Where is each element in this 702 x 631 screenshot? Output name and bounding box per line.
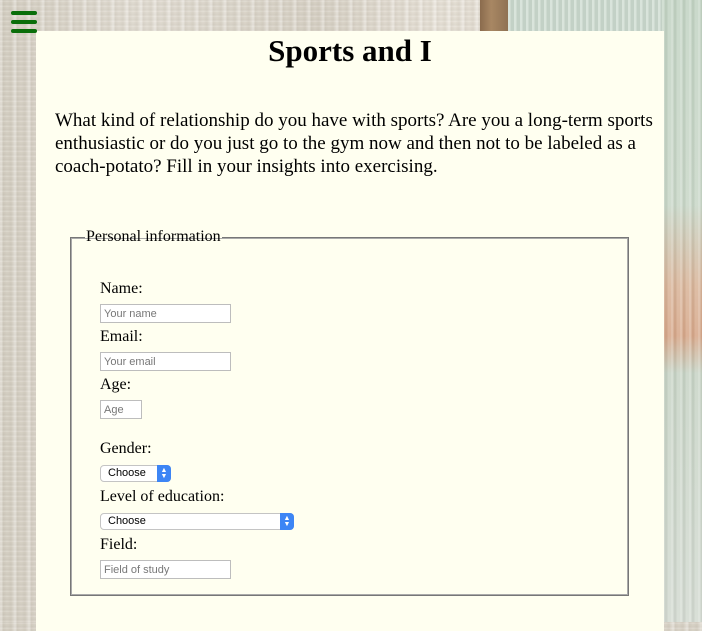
menu-bar-bottom: [11, 29, 37, 33]
menu-bar-top: [11, 11, 37, 15]
field-label: Field:: [100, 536, 138, 553]
menu-bar-middle: [11, 20, 37, 24]
background-wood-green: [508, 0, 668, 32]
personal-information-fieldset: Personal information Name: Email: Age: G…: [70, 228, 629, 596]
email-label: Email:: [100, 328, 143, 345]
hamburger-menu-icon[interactable]: [11, 11, 37, 33]
chevron-updown-icon: ▲ ▼: [280, 513, 294, 530]
fieldset-legend: Personal information: [86, 228, 221, 245]
field-of-study-input[interactable]: [100, 560, 231, 579]
name-input[interactable]: [100, 304, 231, 323]
age-label: Age:: [100, 376, 132, 393]
background-wood-right: [662, 0, 702, 622]
education-select-value: Choose: [108, 515, 146, 527]
email-input[interactable]: [100, 352, 231, 371]
page-title: Sports and I: [268, 33, 432, 68]
chevron-updown-icon: ▲ ▼: [157, 465, 171, 482]
gender-select[interactable]: Choose ▲ ▼: [100, 465, 171, 482]
content-panel: Sports and I What kind of relationship d…: [36, 31, 664, 631]
intro-text: What kind of relationship do you have wi…: [55, 110, 653, 177]
age-input[interactable]: [100, 400, 142, 419]
name-label: Name:: [100, 280, 143, 297]
education-label: Level of education:: [100, 488, 225, 505]
gender-label: Gender:: [100, 440, 152, 457]
gender-select-value: Choose: [108, 467, 146, 479]
education-select[interactable]: Choose ▲ ▼: [100, 513, 294, 530]
background-wood-dark: [480, 0, 508, 32]
